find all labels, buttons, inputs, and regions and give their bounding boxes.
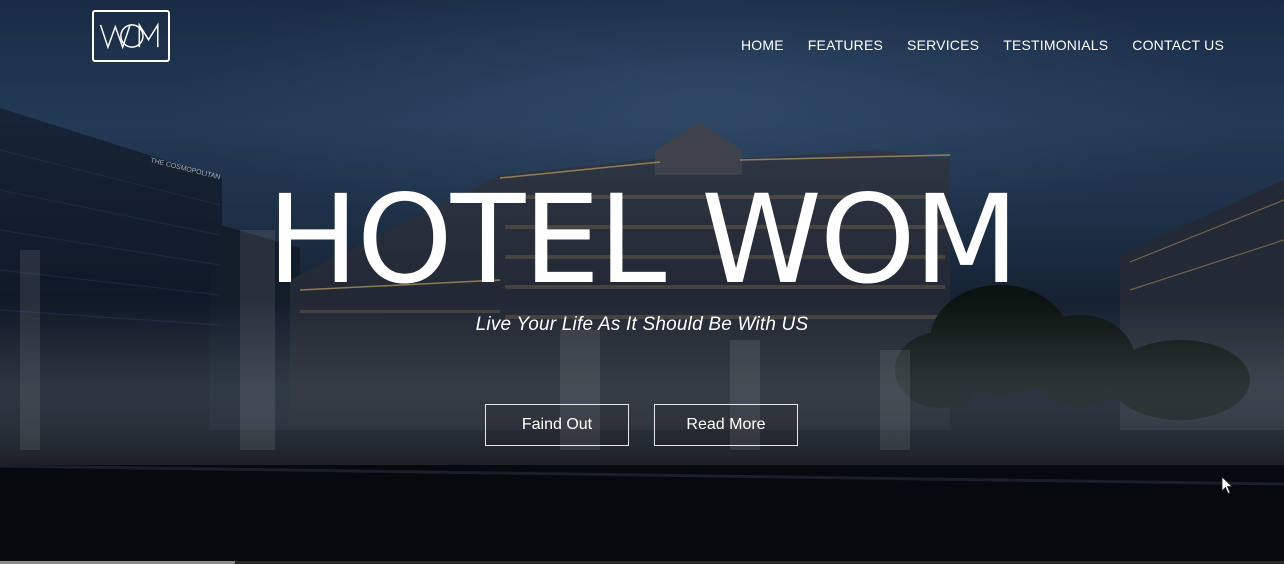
nav-features[interactable]: FEATURES: [808, 37, 883, 53]
hero-tagline: Live Your Life As It Should Be With US: [475, 314, 809, 335]
hero-section: THE COSMOPOLITAN HOME FEATURES SERVICES …: [0, 0, 1284, 564]
nav-testimonials[interactable]: TESTIMONIALS: [1003, 37, 1108, 53]
hero-title: HOTEL WOM: [266, 169, 1019, 311]
mouse-cursor-icon: [1221, 476, 1233, 495]
nav-home[interactable]: HOME: [741, 37, 784, 53]
nav-contact-us[interactable]: CONTACT US: [1132, 37, 1224, 53]
wom-logo-icon: [99, 22, 159, 50]
main-nav: HOME FEATURES SERVICES TESTIMONIALS CONT…: [741, 37, 1224, 53]
find-out-button[interactable]: Faind Out: [485, 404, 629, 446]
nav-services[interactable]: SERVICES: [907, 37, 979, 53]
logo[interactable]: [92, 10, 170, 62]
read-more-button[interactable]: Read More: [654, 404, 798, 446]
